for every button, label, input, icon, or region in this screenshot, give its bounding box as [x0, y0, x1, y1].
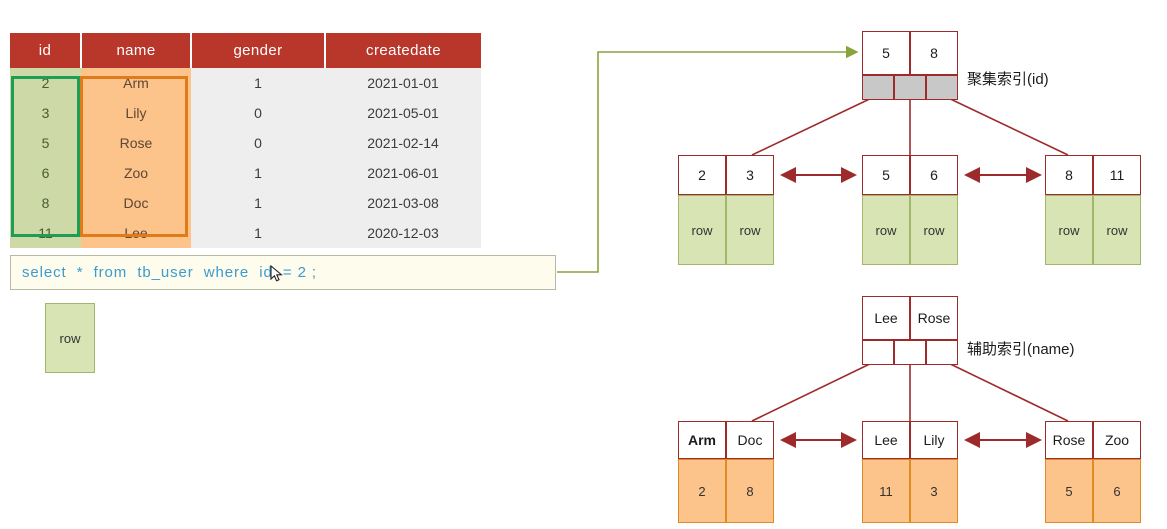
clustered-leaf-row: row — [678, 195, 726, 265]
cell-gender: 1 — [191, 218, 325, 248]
cell-gender: 1 — [191, 158, 325, 188]
clustered-leaf-key: 11 — [1093, 155, 1141, 195]
secondary-leaf-key: Lee — [862, 421, 910, 459]
cell-name: Lee — [81, 218, 191, 248]
clustered-leaf-key: 5 — [862, 155, 910, 195]
mouse-pointer-icon — [270, 265, 283, 282]
cell-name: Doc — [81, 188, 191, 218]
clustered-leaf-key: 8 — [1045, 155, 1093, 195]
cell-createdate: 2021-03-08 — [325, 188, 481, 218]
clustered-root-pointer — [862, 75, 894, 100]
secondary-leaf-node: Lee Lily 11 3 — [862, 421, 958, 523]
result-row-box: row — [45, 303, 95, 373]
secondary-root-key: Rose — [910, 296, 958, 340]
clustered-leaf-row: row — [862, 195, 910, 265]
cell-createdate: 2020-12-03 — [325, 218, 481, 248]
cell-createdate: 2021-06-01 — [325, 158, 481, 188]
clustered-leaf-node: 5 6 row row — [862, 155, 958, 265]
clustered-leaf-row: row — [1093, 195, 1141, 265]
clustered-index-label: 聚集索引(id) — [967, 71, 1049, 88]
cell-id: 11 — [10, 218, 81, 248]
clustered-leaf-key: 2 — [678, 155, 726, 195]
clustered-index-root-node: 5 8 — [862, 31, 958, 100]
cell-id: 5 — [10, 128, 81, 158]
cell-gender: 1 — [191, 188, 325, 218]
secondary-leaf-key: Doc — [726, 421, 774, 459]
secondary-leaf-key: Arm — [678, 421, 726, 459]
table-header-row: id name gender createdate — [10, 33, 481, 68]
cell-name: Zoo — [81, 158, 191, 188]
secondary-leaf-value: 5 — [1045, 459, 1093, 523]
table-row: 2 Arm 1 2021-01-01 — [10, 68, 481, 98]
clustered-leaf-row: row — [910, 195, 958, 265]
cell-gender: 0 — [191, 98, 325, 128]
cell-gender: 1 — [191, 68, 325, 98]
secondary-leaf-value: 3 — [910, 459, 958, 523]
secondary-root-pointer — [926, 340, 958, 365]
clustered-leaf-row: row — [1045, 195, 1093, 265]
cell-gender: 0 — [191, 128, 325, 158]
secondary-leaf-key: Rose — [1045, 421, 1093, 459]
secondary-leaf-value: 2 — [678, 459, 726, 523]
column-header-gender: gender — [191, 33, 326, 68]
secondary-root-key: Lee — [862, 296, 910, 340]
clustered-leaf-node: 8 11 row row — [1045, 155, 1141, 265]
table-row: 11 Lee 1 2020-12-03 — [10, 218, 481, 248]
user-data-table: id name gender createdate 2 Arm 1 2021-0… — [10, 33, 481, 248]
secondary-leaf-value: 6 — [1093, 459, 1141, 523]
secondary-index-root-node: Lee Rose — [862, 296, 958, 365]
cell-name: Rose — [81, 128, 191, 158]
table-row: 6 Zoo 1 2021-06-01 — [10, 158, 481, 188]
secondary-root-pointers — [862, 340, 958, 365]
secondary-root-pointer — [862, 340, 894, 365]
secondary-root-keys: Lee Rose — [862, 296, 958, 340]
cell-name: Arm — [81, 68, 191, 98]
table-row: 3 Lily 0 2021-05-01 — [10, 98, 481, 128]
secondary-root-pointer — [894, 340, 926, 365]
cell-id: 8 — [10, 188, 81, 218]
diagram-canvas: id name gender createdate 2 Arm 1 2021-0… — [0, 0, 1167, 529]
clustered-leaf-node: 2 3 row row — [678, 155, 774, 265]
column-header-name: name — [81, 33, 192, 68]
clustered-root-keys: 5 8 — [862, 31, 958, 75]
column-header-id: id — [10, 33, 82, 68]
table-row: 5 Rose 0 2021-02-14 — [10, 128, 481, 158]
cell-id: 2 — [10, 68, 81, 98]
table-row: 8 Doc 1 2021-03-08 — [10, 188, 481, 218]
cell-createdate: 2021-02-14 — [325, 128, 481, 158]
cell-createdate: 2021-01-01 — [325, 68, 481, 98]
secondary-root-links — [751, 359, 1069, 422]
clustered-root-key: 5 — [862, 31, 910, 75]
cell-id: 6 — [10, 158, 81, 188]
cell-createdate: 2021-05-01 — [325, 98, 481, 128]
clustered-root-pointer — [894, 75, 926, 100]
secondary-leaf-node: Rose Zoo 5 6 — [1045, 421, 1141, 523]
cell-name: Lily — [81, 98, 191, 128]
secondary-leaf-key: Lily — [910, 421, 958, 459]
secondary-index-label: 辅助索引(name) — [967, 341, 1075, 358]
secondary-leaf-value: 8 — [726, 459, 774, 523]
clustered-leaf-row: row — [726, 195, 774, 265]
secondary-leaf-value: 11 — [862, 459, 910, 523]
secondary-leaf-node: Arm Doc 2 8 — [678, 421, 774, 523]
clustered-leaf-key: 3 — [726, 155, 774, 195]
clustered-root-links — [751, 94, 1069, 156]
clustered-root-pointers — [862, 75, 958, 100]
clustered-root-key: 8 — [910, 31, 958, 75]
secondary-leaf-key: Zoo — [1093, 421, 1141, 459]
cell-id: 3 — [10, 98, 81, 128]
clustered-leaf-key: 6 — [910, 155, 958, 195]
clustered-root-pointer — [926, 75, 958, 100]
column-header-createdate: createdate — [325, 33, 481, 68]
